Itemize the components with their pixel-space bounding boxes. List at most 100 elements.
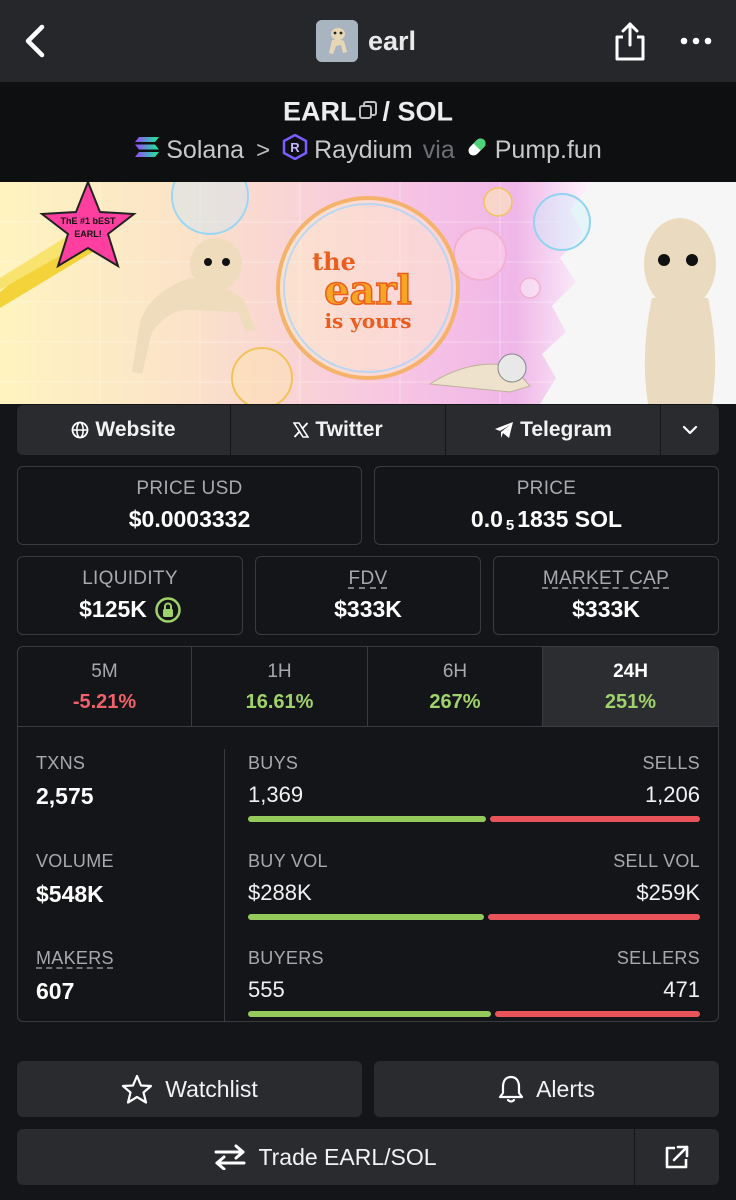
volume-value: $548K	[36, 881, 104, 907]
sells-label: SELLS	[642, 753, 700, 773]
swap-arrows-icon	[214, 1144, 246, 1170]
dex-name[interactable]: Raydium	[314, 136, 413, 165]
market-cap-label[interactable]: MARKET CAP	[494, 568, 718, 590]
fdv-label[interactable]: FDV	[256, 568, 480, 590]
buys-sells-bar	[248, 816, 700, 822]
back-button[interactable]	[20, 24, 50, 58]
buys-bar-fill	[248, 816, 486, 822]
liquidity-card: LIQUIDITY $125K	[17, 556, 243, 635]
banner-headline-3: is yours	[324, 309, 411, 333]
buyers-sellers-ratio: BUYERS SELLERS 555 471	[248, 948, 700, 1017]
tab-change: -5.21%	[72, 691, 137, 713]
open-external-button[interactable]	[635, 1129, 719, 1185]
price-prefix: 0.0	[470, 506, 503, 532]
twitter-label: Twitter	[315, 418, 383, 441]
copy-address-button[interactable]	[358, 96, 378, 127]
base-symbol: EARL	[282, 96, 357, 127]
divider	[224, 749, 225, 1021]
sell-vol-value: $259K	[636, 880, 700, 905]
txns-label: TXNS	[36, 753, 86, 773]
price-usd-value: $0.0003332	[128, 506, 251, 532]
price-usd-label: PRICE USD	[136, 478, 243, 499]
price-sol-card: PRICE 0.0 5 1835 SOL	[374, 466, 719, 545]
trade-bar: Trade EARL/SOL	[17, 1129, 719, 1185]
tab-6h[interactable]: 6H 267%	[368, 647, 543, 726]
telegram-label: Telegram	[520, 418, 612, 441]
website-button[interactable]: Website	[17, 405, 231, 455]
pill-icon	[465, 135, 489, 166]
liquidity-label: LIQUIDITY	[82, 568, 178, 589]
star-text-2: EARL!	[74, 229, 102, 239]
chain-breadcrumb: Solana > R Raydium via Pump.fun	[0, 133, 736, 167]
buy-vol-value: $288K	[248, 880, 312, 905]
market-cap-value: $333K	[572, 596, 640, 622]
chevron-down-icon	[682, 425, 698, 435]
token-header: earl	[316, 20, 416, 62]
telegram-icon	[494, 421, 514, 439]
tab-5m[interactable]: 5M -5.21%	[18, 647, 192, 726]
activity-stats: TXNS 2,575 VOLUME $548K MAKERS 607 BUYS …	[18, 727, 718, 1021]
buyers-label: BUYERS	[248, 948, 324, 968]
price-zero-count: 5	[505, 517, 515, 534]
timeframe-tabs: 5M -5.21% 1H 16.61% 6H 267% 24H 251%	[18, 647, 718, 727]
lock-icon[interactable]	[155, 596, 181, 623]
tab-1h[interactable]: 1H 16.61%	[192, 647, 368, 726]
more-socials-button[interactable]	[661, 405, 719, 455]
sell-vol-bar-fill	[488, 914, 700, 920]
chain-name[interactable]: Solana	[166, 136, 244, 165]
makers-stat: MAKERS 607	[36, 948, 114, 1005]
buyers-value: 555	[248, 977, 285, 1002]
star-icon	[121, 1074, 153, 1104]
sellers-bar-fill	[495, 1011, 700, 1017]
more-button[interactable]	[680, 34, 712, 48]
buy-vol-bar-fill	[248, 914, 484, 920]
timeframe-stats-panel: 5M -5.21% 1H 16.61% 6H 267% 24H 251% TXN…	[17, 646, 719, 1022]
sells-bar-fill	[490, 816, 700, 822]
price-usd-card: PRICE USD $0.0003332	[17, 466, 362, 545]
share-button[interactable]	[612, 20, 648, 62]
pair-title: EARL / SOL	[0, 96, 736, 131]
liquidity-amount: $125K	[79, 596, 147, 622]
solana-icon	[134, 136, 160, 165]
tab-24h[interactable]: 24H 251%	[543, 647, 718, 726]
volume-bar	[248, 914, 700, 920]
txns-stat: TXNS 2,575	[36, 753, 94, 810]
alerts-label: Alerts	[536, 1075, 595, 1102]
sellers-label: SELLERS	[616, 948, 700, 968]
sells-value: 1,206	[644, 782, 700, 807]
chevron-right-icon: >	[256, 136, 271, 164]
external-link-icon	[665, 1145, 689, 1169]
social-links-bar: Website Twitter Telegram	[17, 405, 719, 455]
telegram-button[interactable]: Telegram	[446, 405, 661, 455]
raydium-icon: R	[282, 133, 308, 167]
launchpad-name[interactable]: Pump.fun	[495, 136, 602, 165]
volume-stat: VOLUME $548K	[36, 851, 114, 908]
price-sol-label: PRICE	[516, 478, 577, 499]
fdv-card: FDV $333K	[255, 556, 481, 635]
alerts-button[interactable]: Alerts	[374, 1061, 719, 1117]
chevron-left-icon	[25, 24, 45, 58]
txns-value: 2,575	[36, 783, 94, 809]
tab-change: 267%	[429, 691, 481, 713]
globe-icon	[71, 421, 89, 439]
copy-icon	[359, 101, 378, 119]
tab-change: 251%	[604, 691, 657, 713]
volume-ratio: BUY VOL SELL VOL $288K $259K	[248, 851, 700, 920]
twitter-button[interactable]: Twitter	[231, 405, 446, 455]
makers-value: 607	[36, 978, 75, 1004]
tab-label: 1H	[267, 661, 292, 682]
via-label: via	[422, 136, 455, 164]
buys-sells-ratio: BUYS SELLS 1,369 1,206	[248, 753, 700, 822]
token-title: earl	[368, 25, 417, 56]
website-label: Website	[95, 418, 176, 441]
makers-label[interactable]: MAKERS	[36, 948, 114, 969]
pair-header: EARL / SOL Solana > R Raydium via Pump.f…	[0, 82, 736, 182]
buyers-bar-fill	[248, 1011, 491, 1017]
x-logo-icon	[293, 422, 310, 438]
quote-symbol: / SOL	[382, 96, 453, 127]
watchlist-button[interactable]: Watchlist	[17, 1061, 362, 1117]
svg-text:R: R	[290, 140, 300, 155]
bell-icon	[498, 1074, 524, 1104]
trade-button[interactable]: Trade EARL/SOL	[17, 1129, 635, 1185]
buys-label: BUYS	[248, 753, 299, 773]
